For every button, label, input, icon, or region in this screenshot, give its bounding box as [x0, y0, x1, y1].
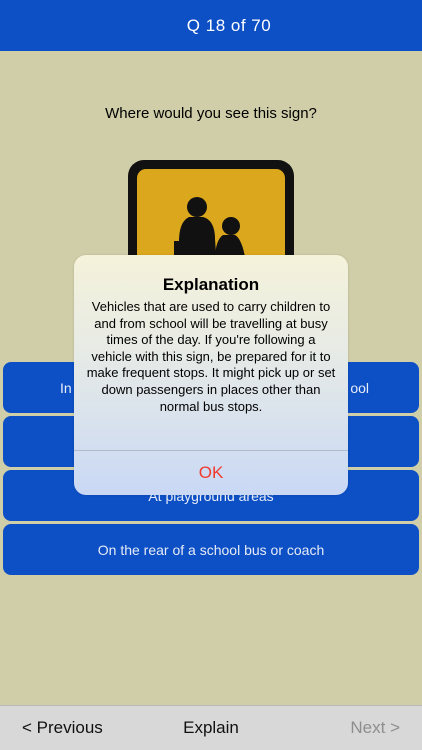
previous-button[interactable]: < Previous	[22, 718, 103, 738]
question-text: Where would you see this sign?	[105, 105, 317, 122]
ok-button[interactable]: OK	[74, 451, 348, 495]
answer-option-4-label: On the rear of a school bus or coach	[97, 541, 325, 558]
dialog-title: Explanation	[162, 275, 260, 294]
answer-option-4[interactable]: On the rear of a school bus or coach	[3, 524, 419, 575]
explanation-dialog: Explanation Vehicles that are used to ca…	[74, 255, 348, 495]
explain-button[interactable]: Explain	[183, 718, 239, 737]
answer-option-1-label-left: In	[60, 379, 72, 396]
next-button[interactable]: Next >	[350, 718, 400, 738]
header-bar: Q 18 of 70	[0, 0, 422, 51]
dialog-message: Vehicles that are used to carry children…	[86, 299, 336, 414]
bottom-toolbar: < Previous Explain Next >	[0, 705, 422, 750]
question-counter: Q 18 of 70	[186, 15, 272, 35]
answer-option-1-label-right: ool	[350, 379, 369, 396]
